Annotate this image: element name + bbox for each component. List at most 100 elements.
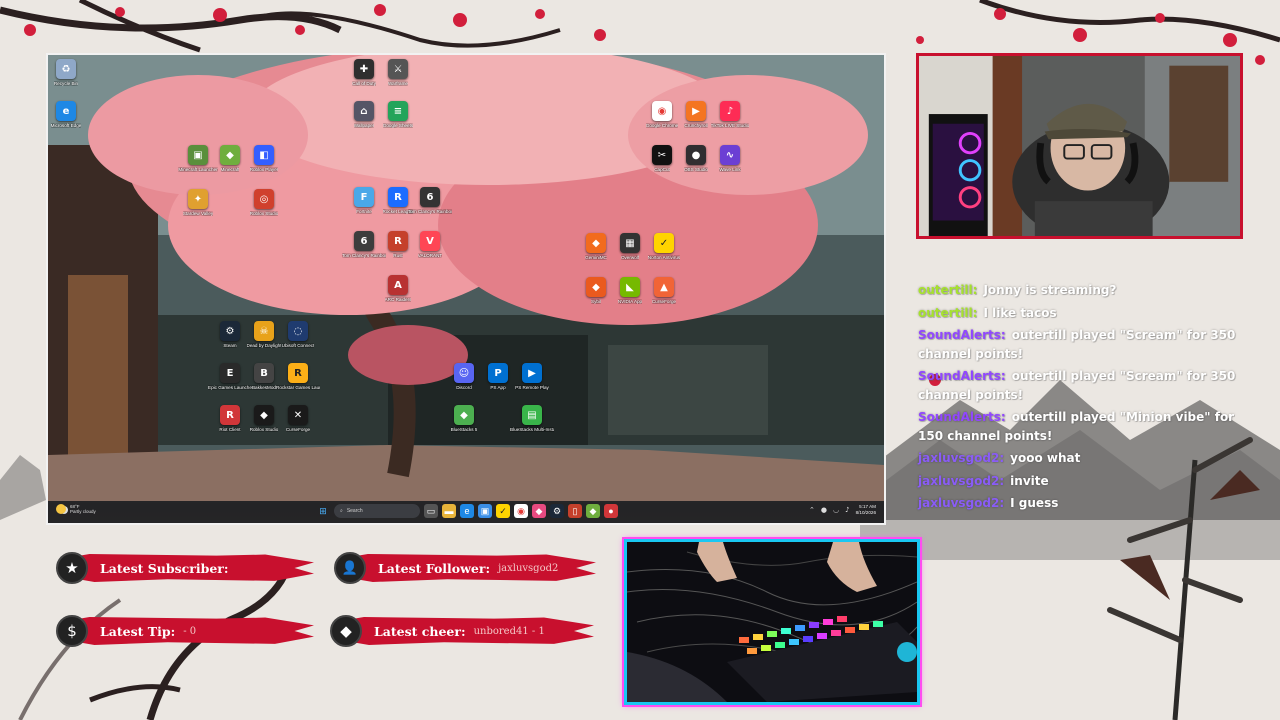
weather-desc: Partly cloudy [70, 509, 96, 515]
latest-subscriber-label: Latest Subscriber: [100, 560, 229, 576]
desktop-icon-arc-raiders[interactable]: A ARC Raiders [378, 275, 418, 302]
desktop-icon-valorant[interactable]: V VALORANT [410, 231, 450, 258]
desktop-icon-curseforge[interactable]: ▲ CurseForge [644, 277, 684, 304]
mic-taskbar-icon[interactable]: ● [604, 504, 618, 518]
taskbar-clock[interactable]: 5:17 AM 8/10/2026 [856, 504, 876, 516]
capcut-icon: ✂ [652, 145, 672, 165]
desktop-icon-label: Steam [223, 343, 237, 348]
chat-username[interactable]: outertill: [918, 306, 977, 320]
chrome-taskbar-icon[interactable]: ◉ [514, 504, 528, 518]
desktop-icon-label: TikTok LIVE Studio [710, 123, 750, 128]
dollar-icon: $ [56, 615, 88, 647]
chrome-icon: ◉ [652, 101, 672, 121]
desktop-icon-label: BlueStacks Multi-Instance [510, 427, 554, 432]
desktop-icon-edge[interactable]: e Microsoft Edge [48, 101, 86, 128]
desktop-icon-tiktok[interactable]: ♪ TikTok LIVE Studio [710, 101, 750, 128]
chat-username[interactable]: jaxluvsgod2: [918, 496, 1004, 510]
desktop-icon-label: PS Remote Play [515, 385, 549, 390]
desktop-icon-label: Minecraft [220, 167, 240, 172]
sakura-wallpaper [48, 55, 884, 503]
norton-taskbar-icon[interactable]: ✓ [496, 504, 510, 518]
desktop-icon-sheets[interactable]: ≡ Google Sheets [378, 101, 418, 128]
latest-follower-banner: 👤 Latest Follower: jaxluvsgod2 [334, 551, 596, 585]
desktop-icon-label: Dead by Daylight [246, 343, 282, 348]
chat-username[interactable]: SoundAlerts: [918, 410, 1006, 424]
wifi-icon[interactable]: ◡ [833, 506, 839, 514]
chat-message: jaxluvsgod2: I guess [918, 494, 1248, 513]
desktop-icon-label: Warframe [388, 81, 408, 86]
desktop-icon-label: Roblox Player [249, 167, 279, 172]
desktop-icon-wave-link[interactable]: ∿ Wave Link [710, 145, 750, 172]
chat-username[interactable]: jaxluvsgod2: [918, 451, 1004, 465]
desktop-icon-ps-remote-play[interactable]: ▶ PS Remote Play [512, 363, 552, 390]
desktop-icon-label: Ubisoft Connect [281, 343, 315, 348]
epic-icon: E [220, 363, 240, 383]
desktop-icon-label: Stardew Valley [182, 211, 214, 216]
chat-text: Jonny is streaming? [983, 283, 1117, 297]
desktop-icon-norton[interactable]: ✓ Norton Antivirus [644, 233, 684, 260]
webcam-image [919, 56, 1240, 236]
task-view-icon[interactable]: ▭ [424, 504, 438, 518]
latest-follower-label: Latest Follower: [378, 560, 491, 576]
chat-username[interactable]: jaxluvsgod2: [918, 474, 1004, 488]
file-explorer-icon[interactable]: ▬ [442, 504, 456, 518]
search-icon: ⌕ [340, 508, 343, 514]
edge-taskbar-icon[interactable]: e [460, 504, 474, 518]
riot-icon: R [220, 405, 240, 425]
dead-by-daylight-icon: ☠ [254, 321, 274, 341]
wave-link-icon: ∿ [720, 145, 740, 165]
chat-message: outertill: I like tacos [918, 304, 1248, 323]
chat-username[interactable]: outertill: [918, 283, 977, 297]
desktop-icon-label: Norton Antivirus [647, 255, 681, 260]
desktop-icon-bluestacks[interactable]: ◆ BlueStacks 5 [444, 405, 484, 432]
desktop-icon-label: Discord [456, 385, 472, 390]
desktop-icon-label: Roblox Studio [249, 427, 279, 432]
desktop-icon-warframe[interactable]: ⚔ Warframe [378, 59, 418, 86]
chat-username[interactable]: SoundAlerts: [918, 328, 1006, 342]
desktop-icon-label: ARC Raiders [384, 297, 412, 302]
desktop-icon-recycle-bin[interactable]: ♻ Recycle Bin [48, 59, 86, 86]
webcam-feed [916, 53, 1243, 239]
latest-cheer-value: unbored41 - 1 [473, 625, 545, 637]
volume-icon[interactable]: ♪ [845, 506, 849, 514]
handcam-feed [624, 539, 920, 705]
roblox-studio-icon: ◎ [254, 189, 274, 209]
tray-expand-icon[interactable]: ⌃ [809, 506, 815, 514]
desktop-icon-rockstar[interactable]: R Rockstar Games Launcher [276, 363, 320, 390]
desktop-icon-ubisoft[interactable]: ◌ Ubisoft Connect [278, 321, 318, 348]
game-taskbar-icon[interactable]: ◆ [586, 504, 600, 518]
diamond-icon: ◆ [330, 615, 362, 647]
desktop-icon-bluestacks-multi[interactable]: ▤ BlueStacks Multi-Instance [510, 405, 554, 432]
desktop-icon-label: Rockstar Games Launcher [276, 385, 320, 390]
desktop-icon-label: Wave Link [719, 167, 741, 172]
desktop-icon-label: Roblox Studio [249, 211, 279, 216]
taskbar-search[interactable]: ⌕ Search [334, 504, 420, 518]
desktop-icon-label: Google Sheets [382, 123, 414, 128]
desktop-icon-stardew[interactable]: ✦ Stardew Valley [178, 189, 218, 216]
desktop-icon-roblox-studio[interactable]: ◎ Roblox Studio [244, 189, 284, 216]
roblox-player-icon: ◧ [254, 145, 274, 165]
rocket-league-icon: R [388, 187, 408, 207]
store-icon[interactable]: ▣ [478, 504, 492, 518]
microphone-icon[interactable]: ● [821, 506, 827, 514]
desktop-icon-label: Microsoft Edge [50, 123, 82, 128]
latest-tip-label: Latest Tip: [100, 623, 176, 639]
phone-taskbar-icon[interactable]: ▯ [568, 504, 582, 518]
weather-widget[interactable]: 68°F Partly cloudy [56, 504, 96, 515]
chat-username[interactable]: SoundAlerts: [918, 369, 1006, 383]
desktop-icon-roblox-player[interactable]: ◧ Roblox Player [244, 145, 284, 172]
geminimc-icon: ◆ [586, 233, 606, 253]
steam-icon: ⚙ [220, 321, 240, 341]
minecraft-launcher-icon: ▣ [188, 145, 208, 165]
desktop-icon-curseforge-2[interactable]: ✕ CurseForge [278, 405, 318, 432]
desktop-icon-label: OBS Studio [683, 167, 708, 172]
desktop-icon-rainbow-six[interactable]: 6 Tom Clancy's Rainbow Six [408, 187, 452, 214]
chat-message: jaxluvsgod2: yooo what [918, 449, 1248, 468]
minecraft-icon: ◆ [220, 145, 240, 165]
start-button[interactable]: ⊞ [316, 504, 330, 518]
chat-text: I like tacos [983, 305, 1057, 320]
steam-taskbar-icon[interactable]: ⚙ [550, 504, 564, 518]
overwolf-icon: ▦ [620, 233, 640, 253]
app-taskbar-icon[interactable]: ◆ [532, 504, 546, 518]
desktop-icon-label: BlueStacks 5 [450, 427, 478, 432]
